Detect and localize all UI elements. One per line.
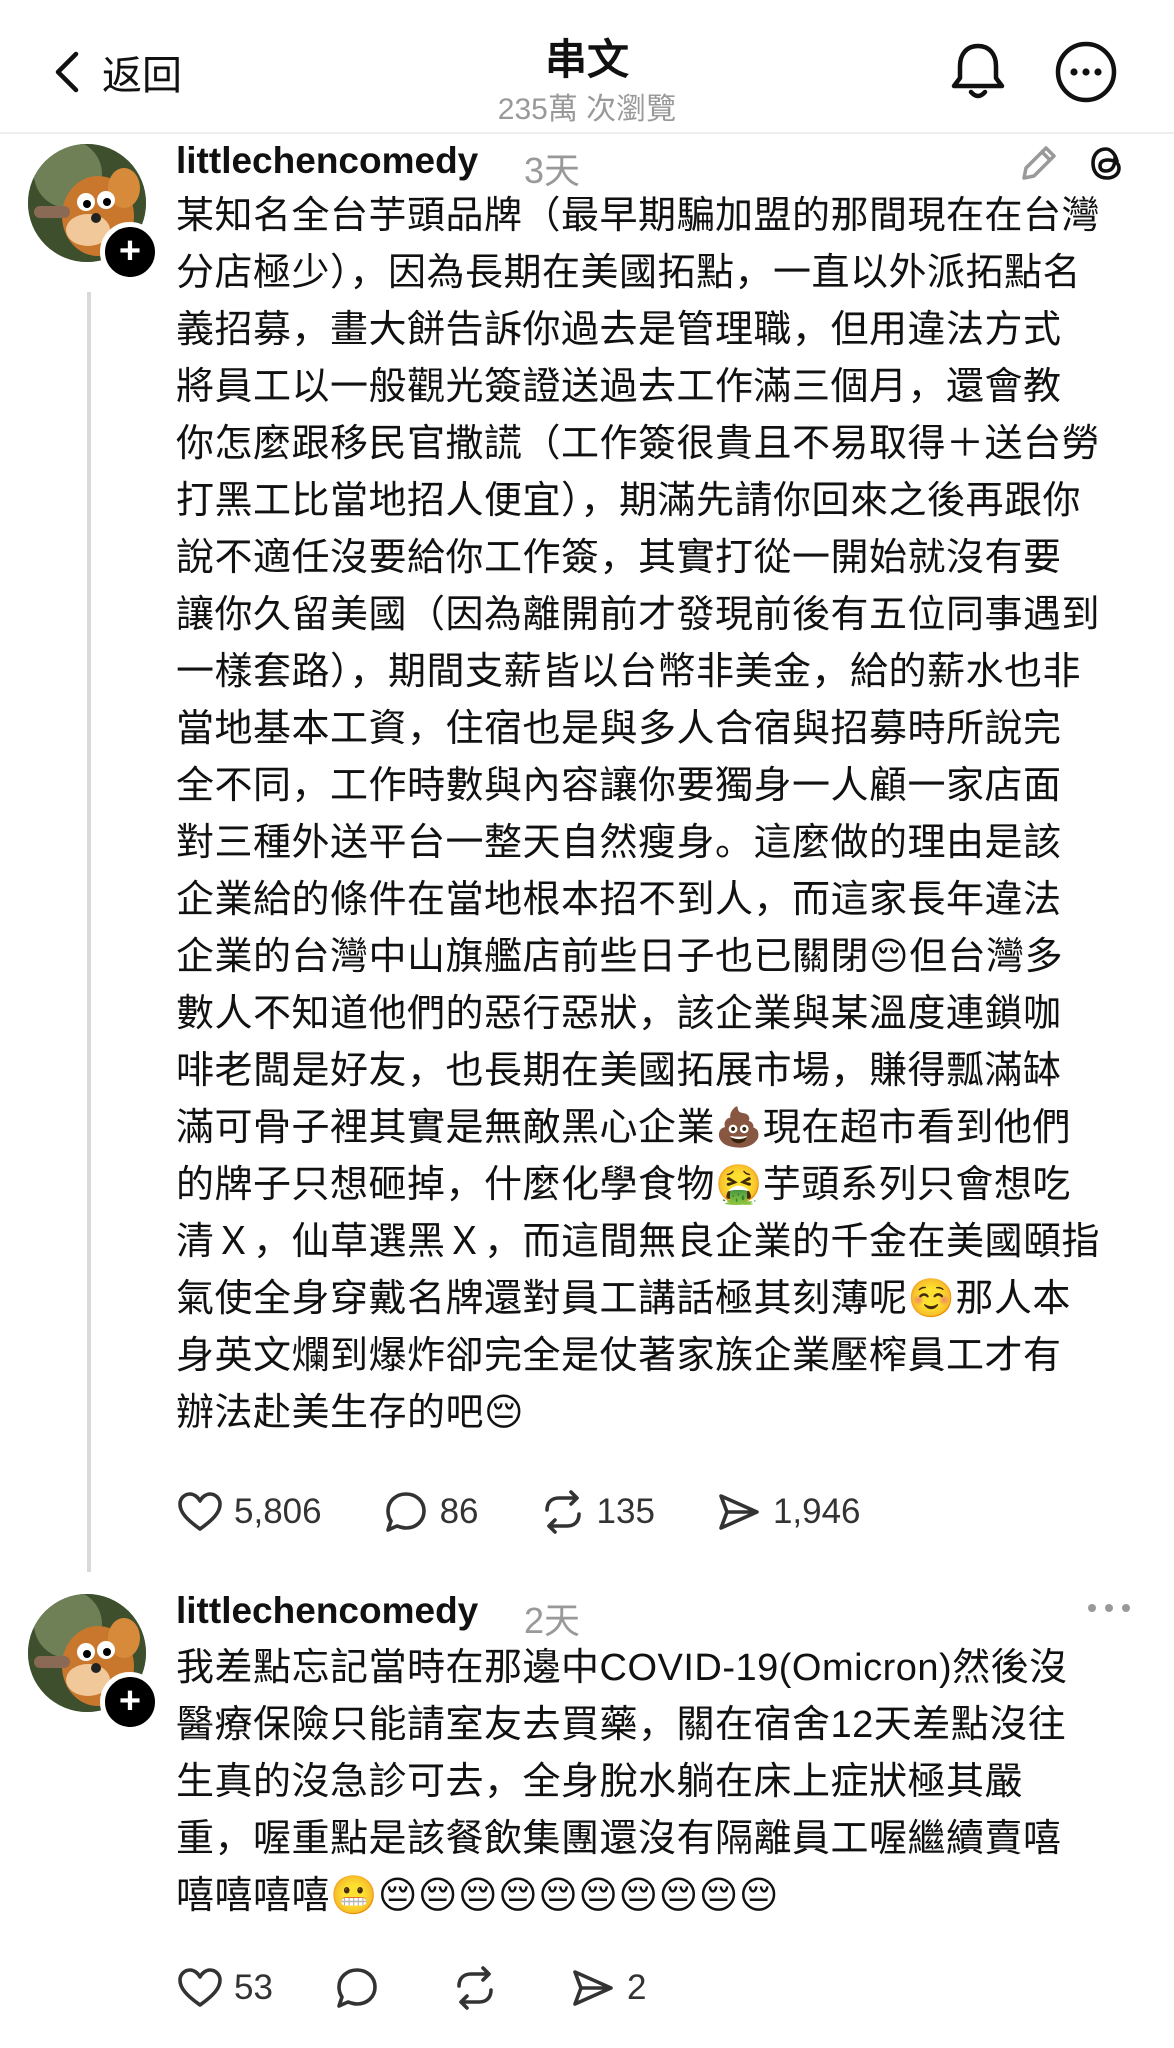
like-button[interactable]: 5,806 [176,1488,322,1536]
like-count: 53 [234,1968,273,2007]
post-username[interactable]: littlechencomedy [176,140,478,182]
post-line: 我差點忘記當時在那邊中COVID-19(Omicron)然後沒 [176,1647,1068,1689]
post-body: 我差點忘記當時在那邊中COVID-19(Omicron)然後沒 醫療保險只能請室… [176,1640,1068,1925]
post-line: 氣使全身穿戴名牌還對員工講話極其刻薄呢☺️那人本 [176,1278,1071,1320]
edit-icon[interactable] [1016,140,1062,186]
thread-connector-line [87,292,91,1572]
post-line: 辦法赴美生存的吧😔 [176,1392,525,1434]
post-line: 醫療保險只能請室友去買藥，關在宿舍12天差點沒往 [176,1704,1067,1746]
post-body: 某知名全台芋頭品牌（最早期騙加盟的那間現在在台灣 分店極少），因為長期在美國拓點… [176,188,1100,1442]
post-actions: 5,806 86 135 1,946 [176,1484,921,1540]
share-button[interactable]: 2 [569,1964,646,2012]
post-line: 清Ｘ，仙草選黑Ｘ，而這間無良企業的千金在美國頤指 [176,1221,1101,1263]
post-actions: 53 2 [176,1960,706,2016]
post-line: 身英文爛到爆炸卻完全是仗著家族企業壓榨員工才有 [176,1335,1062,1377]
heart-icon [178,1492,222,1531]
post-line: 生真的沒急診可去，全身脫水躺在床上症狀極其嚴 [176,1761,1024,1803]
post-line: 企業的台灣中山旗艦店前些日子也已關閉😔但台灣多 [176,936,1064,978]
post-line: 將員工以一般觀光簽證送過去工作滿三個月，還會教 [176,366,1062,408]
like-button[interactable]: 53 [176,1964,273,2012]
post-line: 你怎麼跟移民官撒謊（工作簽很貴且不易取得＋送台勞 [176,423,1101,465]
post-line: 全不同，工作時數與內容讓你要獨身一人顧一家店面 [176,765,1062,807]
post-line: 讓你久留美國（因為離開前才發現前後有五位同事遇到 [176,594,1101,636]
repost-count: 135 [596,1492,655,1531]
post-line: 分店極少），因為長期在美國拓點，一直以外派拓點名 [176,252,1082,294]
post-line: 重，喔重點是該餐飲集團還沒有隔離員工喔繼續賣嘻 [176,1818,1062,1860]
reply-count: 86 [439,1492,479,1531]
post-time: 3天 [524,150,581,191]
heart-icon [178,1968,222,2007]
comment-icon [385,1492,426,1532]
post-line: 嘻嘻嘻嘻😬😔😔😔😔😔😔😔😔😔😔 [176,1875,779,1917]
share-count: 2 [626,1968,647,2007]
more-horizontal-icon[interactable] [1084,1598,1134,1618]
bell-icon[interactable] [946,40,1010,104]
post-time: 2天 [524,1600,581,1641]
repost-button[interactable] [451,1964,509,2012]
follow-plus-button[interactable]: + [100,1672,160,1732]
post-line: 啡老闆是好友，也長期在美國拓展市場，賺得瓢滿缽 [176,1050,1062,1092]
post-username[interactable]: littlechencomedy [176,1590,478,1632]
repost-icon [457,1966,493,2010]
post-line: 的牌子只想砸掉，什麼化學食物🤮芋頭系列只會想吃 [176,1164,1071,1206]
follow-plus-button[interactable]: + [100,222,160,282]
share-button[interactable]: 1,946 [715,1488,861,1536]
top-bar: 返回 串文 235萬 次瀏覽 [0,0,1174,134]
comment-icon [337,1968,377,2008]
threads-icon[interactable] [1084,140,1130,186]
share-count: 1,946 [772,1492,861,1531]
post-line: 打黑工比當地招人便宜），期滿先請你回來之後再跟你 [176,480,1082,522]
more-options-icon[interactable] [1054,40,1118,104]
post-line: 義招募，畫大餅告訴你過去是管理職，但用違法方式 [176,309,1062,351]
post-line: 說不適任沒要給你工作簽，其實打從一開始就沒有要 [176,537,1062,579]
send-icon [573,1970,613,2006]
post-line: 企業給的條件在當地根本招不到人，而這家長年違法 [176,879,1062,921]
post-line: 對三種外送平台一整天自然瘦身。這麼做的理由是該 [176,822,1062,864]
post-line: 滿可骨子裡其實是無敵黑心企業💩現在超市看到他們 [176,1107,1071,1149]
repost-icon [544,1490,581,1534]
post-line: 當地基本工資，住宿也是與多人合宿與招募時所說完 [176,708,1062,750]
reply-button[interactable] [333,1964,391,2012]
post-line: 某知名全台芋頭品牌（最早期騙加盟的那間現在在台灣 [176,195,1101,237]
send-icon [719,1494,759,1530]
reply-button[interactable]: 86 [382,1488,479,1536]
post-line: 一樣套路），期間支薪皆以台幣非美金，給的薪水也非 [176,651,1082,693]
repost-button[interactable]: 135 [539,1488,655,1536]
post-line: 數人不知道他們的惡行惡狀，該企業與某溫度連鎖咖 [176,993,1062,1035]
like-count: 5,806 [234,1492,322,1531]
